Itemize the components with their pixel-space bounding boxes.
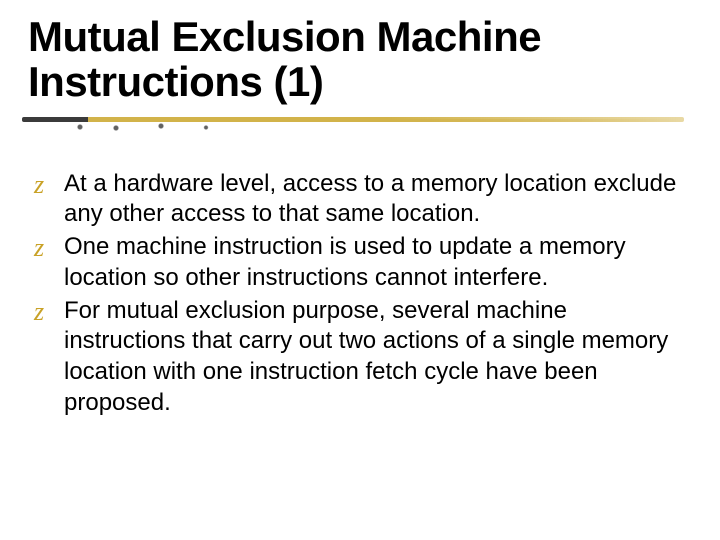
bullet-text: One machine instruction is used to updat… bbox=[64, 232, 692, 293]
bullet-text: For mutual exclusion purpose, several ma… bbox=[64, 296, 692, 419]
list-item: z For mutual exclusion purpose, several … bbox=[34, 296, 692, 419]
slide-title: Mutual Exclusion Machine Instructions (1… bbox=[28, 14, 692, 105]
bullet-icon: z bbox=[34, 296, 64, 328]
slide-body: z At a hardware level, access to a memor… bbox=[28, 169, 692, 419]
bullet-icon: z bbox=[34, 169, 64, 201]
list-item: z One machine instruction is used to upd… bbox=[34, 232, 692, 293]
list-item: z At a hardware level, access to a memor… bbox=[34, 169, 692, 230]
title-underline bbox=[22, 113, 684, 135]
bullet-icon: z bbox=[34, 232, 64, 264]
bullet-text: At a hardware level, access to a memory … bbox=[64, 169, 692, 230]
slide: Mutual Exclusion Machine Instructions (1… bbox=[0, 0, 720, 540]
